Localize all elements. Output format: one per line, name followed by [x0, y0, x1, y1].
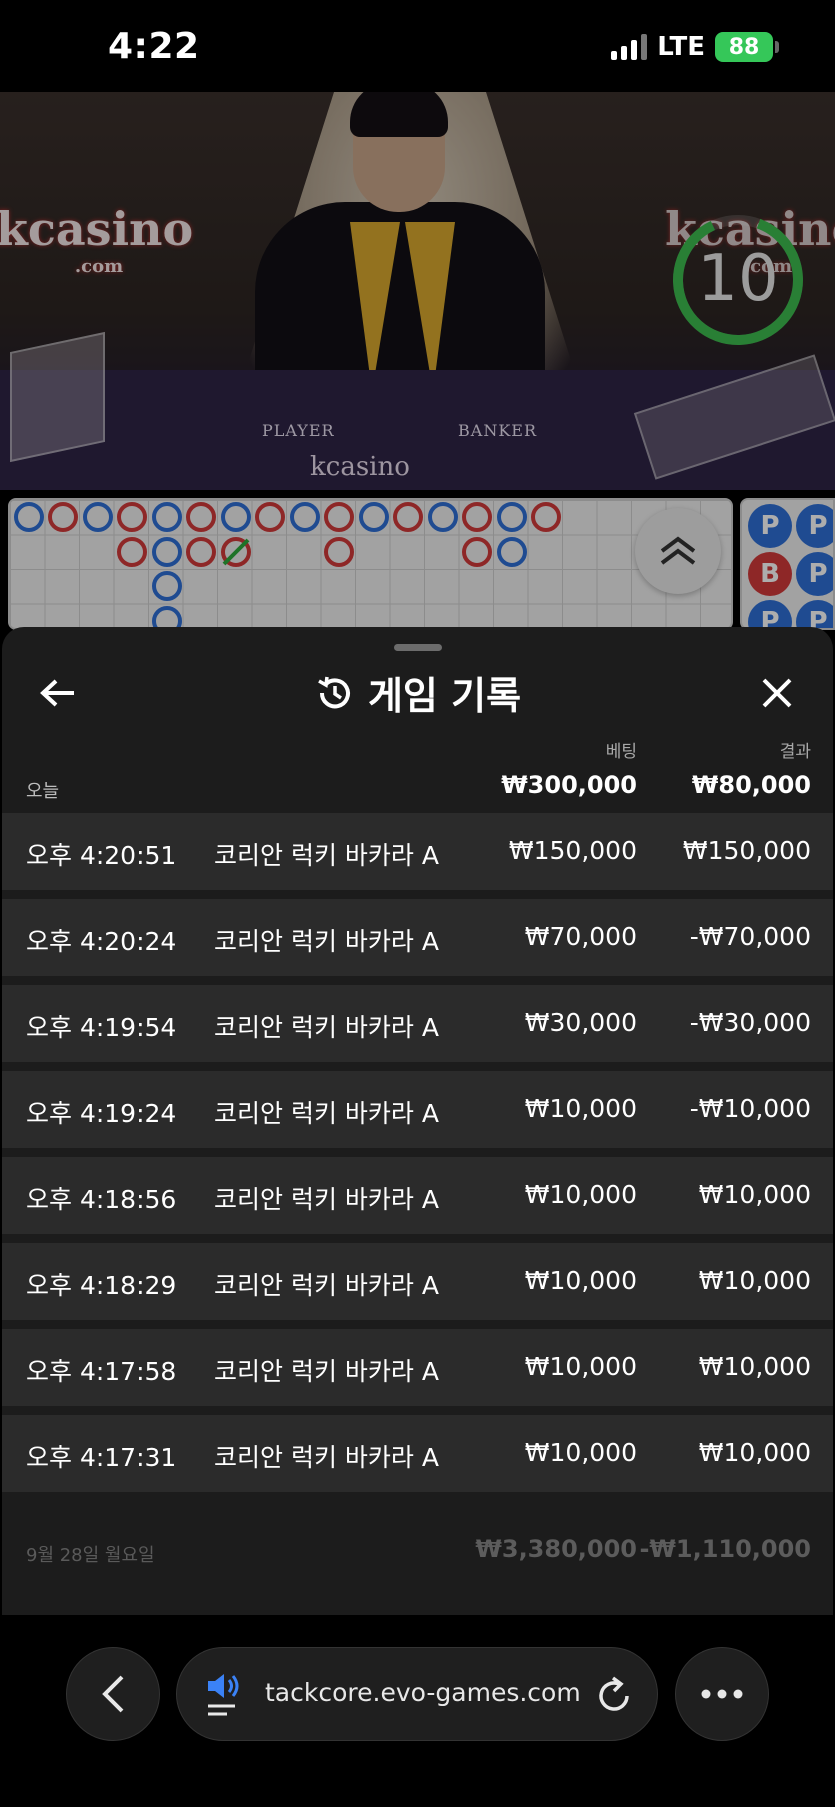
row-bet: ₩10,000 [524, 1180, 637, 1209]
url-text: tackcore.evo-games.com [265, 1678, 581, 1707]
previous-day-date: 9월 28일 월요일 [26, 1545, 155, 1566]
today-result-total: ₩80,000 [691, 771, 811, 799]
result-column-header: 결과 [779, 742, 811, 762]
row-time: 오후 4:17:31 [26, 1443, 177, 1472]
row-game: 코리안 럭키 바카라 A [214, 841, 439, 870]
history-icon [318, 676, 350, 708]
reload-icon[interactable] [595, 1674, 635, 1716]
speaker-icon [208, 1674, 239, 1716]
row-game: 코리안 럭키 바카라 A [214, 1443, 439, 1472]
sheet-drag-handle[interactable] [394, 644, 442, 651]
row-bet: ₩10,000 [524, 1266, 637, 1295]
previous-day-bet-total: ₩3,380,000 [475, 1535, 637, 1563]
history-row[interactable]: 오후 4:17:58 코리안 럭키 바카라 A ₩10,000 ₩10,000 [2, 1329, 833, 1406]
row-time: 오후 4:19:54 [26, 1013, 177, 1042]
chevron-left-icon [102, 1675, 124, 1713]
row-bet: ₩150,000 [508, 836, 637, 865]
row-result: -₩30,000 [689, 1008, 811, 1037]
today-label: 오늘 [26, 781, 60, 802]
row-game: 코리안 럭키 바카라 A [214, 1185, 439, 1214]
row-game: 코리안 럭키 바카라 A [214, 1099, 439, 1128]
network-type: LTE [657, 32, 705, 62]
more-dots-icon [701, 1689, 743, 1699]
close-button[interactable] [747, 663, 807, 723]
history-row[interactable]: 오후 4:19:54 코리안 럭키 바카라 A ₩30,000 -₩30,000 [2, 985, 833, 1062]
game-history-sheet: 게임 기록 베팅 결과 오늘 ₩300,000 ₩80,000 오후 4:20:… [2, 627, 833, 1615]
row-result: ₩150,000 [682, 836, 811, 865]
row-result: ₩10,000 [698, 1266, 811, 1295]
history-row[interactable]: 오후 4:18:29 코리안 럭키 바카라 A ₩10,000 ₩10,000 [2, 1243, 833, 1320]
history-row[interactable]: 오후 4:17:31 코리안 럭키 바카라 A ₩10,000 ₩10,000 [2, 1415, 833, 1492]
row-bet: ₩10,000 [524, 1094, 637, 1123]
row-result: ₩10,000 [698, 1438, 811, 1467]
row-game: 코리안 럭키 바카라 A [214, 1271, 439, 1300]
row-result: ₩10,000 [698, 1352, 811, 1381]
history-row[interactable]: 오후 4:20:51 코리안 럭키 바카라 A ₩150,000 ₩150,00… [2, 813, 833, 890]
row-result: -₩10,000 [689, 1094, 811, 1123]
modal-backdrop[interactable] [0, 92, 835, 632]
row-game: 코리안 럭키 바카라 A [214, 927, 439, 956]
row-time: 오후 4:19:24 [26, 1099, 177, 1128]
row-bet: ₩30,000 [524, 1008, 637, 1037]
status-bar: 4:22 LTE 88 [0, 0, 835, 92]
sheet-title: 게임 기록 [2, 665, 833, 720]
battery-icon: 88 [715, 32, 779, 62]
row-time: 오후 4:18:56 [26, 1185, 177, 1214]
row-time: 오후 4:20:51 [26, 841, 177, 870]
row-bet: ₩10,000 [524, 1352, 637, 1381]
battery-level: 88 [728, 34, 760, 60]
history-row[interactable]: 오후 4:19:24 코리안 럭키 바카라 A ₩10,000 -₩10,000 [2, 1071, 833, 1148]
row-bet: ₩70,000 [524, 922, 637, 951]
cellular-signal-icon [611, 34, 648, 60]
bet-column-header: 베팅 [605, 742, 637, 762]
status-time: 4:22 [108, 26, 200, 67]
row-time: 오후 4:20:24 [26, 927, 177, 956]
sheet-title-text: 게임 기록 [367, 674, 522, 718]
row-game: 코리안 럭키 바카라 A [214, 1013, 439, 1042]
row-result: ₩10,000 [698, 1180, 811, 1209]
browser-back-button[interactable] [66, 1647, 160, 1741]
browser-toolbar: tackcore.evo-games.com [0, 1615, 835, 1807]
row-game: 코리안 럭키 바카라 A [214, 1357, 439, 1386]
previous-day-summary: 9월 28일 월요일 ₩3,380,000 -₩1,110,000 [2, 1527, 833, 1573]
history-list: 오후 4:20:51 코리안 럭키 바카라 A ₩150,000 ₩150,00… [2, 813, 833, 1501]
history-row[interactable]: 오후 4:20:24 코리안 럭키 바카라 A ₩70,000 -₩70,000 [2, 899, 833, 976]
status-indicators: LTE 88 [611, 32, 779, 62]
close-icon [762, 678, 792, 708]
more-options-button[interactable] [675, 1647, 769, 1741]
address-bar[interactable]: tackcore.evo-games.com [176, 1647, 658, 1741]
row-result: -₩70,000 [689, 922, 811, 951]
row-time: 오후 4:17:58 [26, 1357, 177, 1386]
previous-day-result-total: -₩1,110,000 [639, 1535, 811, 1563]
row-bet: ₩10,000 [524, 1438, 637, 1467]
row-time: 오후 4:18:29 [26, 1271, 177, 1300]
today-bet-total: ₩300,000 [501, 771, 637, 799]
history-row[interactable]: 오후 4:18:56 코리안 럭키 바카라 A ₩10,000 ₩10,000 [2, 1157, 833, 1234]
